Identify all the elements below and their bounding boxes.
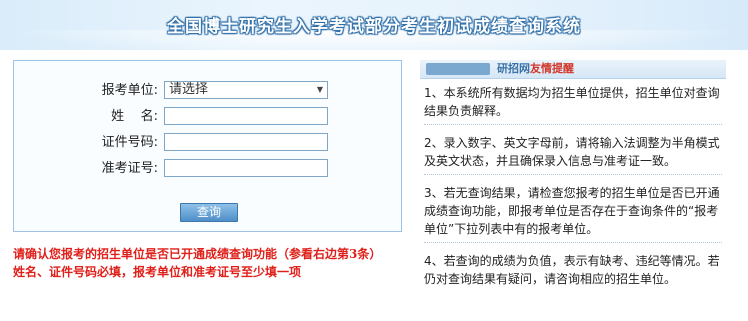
query-button[interactable]: 查询 [180,203,238,222]
tips-panel: 研招网友情提醒 1、本系统所有数据均为招生单位提供，招生单位对查询结果负责解释。… [420,60,726,312]
tips-badge-icon [426,63,490,75]
name-label: 姓 名: [111,109,158,124]
unit-label: 报考单位: [101,83,158,98]
tips-title-remind: 友情提醒 [530,62,574,75]
tips-header: 研招网友情提醒 [420,60,726,79]
unit-select[interactable]: 请选择 ▼ [164,81,328,99]
warning-line-1: 请确认您报考的招生单位是否已开通成绩查询功能（参看右边第3条） [13,247,382,261]
dropdown-arrow-icon: ▼ [316,85,323,94]
query-form-panel: 报考单位: 请选择 ▼ 姓 名: 证件号码: 准考证号: 查询 [13,60,402,232]
page-title: 全国博士研究生入学考试部分考生初试成绩查询系统 [167,17,581,37]
tip-item-3: 3、若无查询结果，请检查您报考的招生单位是否已开通成绩查询功能，即报考单位是否存… [424,186,720,236]
ticket-number-label: 准考证号: [101,161,158,176]
tips-title-site: 研招网 [497,62,530,75]
tip-item-2: 2、录入数字、英文字母前，请将输入法调整为半角模式及英文状态，并且确保录入信息与… [424,136,720,168]
tip-divider [424,174,722,175]
ticket-number-input[interactable] [164,159,328,177]
tip-divider [424,242,722,243]
unit-select-value: 请选择 [169,82,209,97]
tip-item-4: 4、若查询的成绩为负值，表示有缺考、违纪等情况。若仍对查询结果有疑问，请咨询相应… [424,254,720,286]
warning-line-2: 姓名、证件号码必填，报考单位和准考证号至少填一项 [13,265,302,279]
tips-title: 研招网友情提醒 [497,61,574,77]
header-banner: 全国博士研究生入学考试部分考生初试成绩查询系统 [0,0,748,50]
id-number-input[interactable] [164,133,328,151]
tip-item-1: 1、本系统所有数据均为招生单位提供，招生单位对查询结果负责解释。 [424,86,720,118]
tip-divider [424,124,722,125]
id-number-label: 证件号码: [101,135,158,150]
name-input[interactable] [164,107,328,125]
